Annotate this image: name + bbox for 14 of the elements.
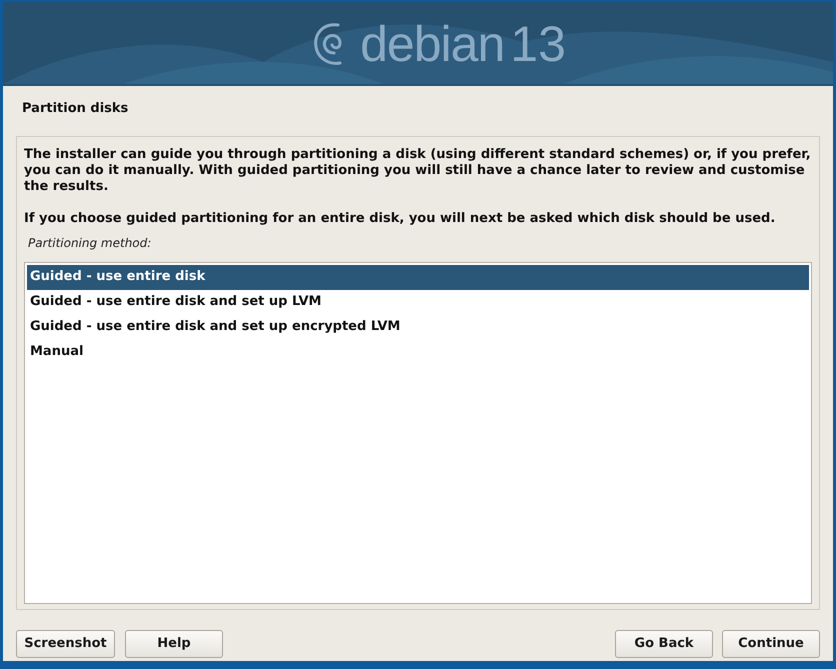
option-row[interactable]: Guided - use entire disk — [27, 264, 809, 290]
dialog-button[interactable]: Screenshot — [16, 630, 115, 658]
list-label: Partitioning method: — [28, 234, 152, 252]
option-row[interactable]: Guided - use entire disk and set up encrypted LVM — [27, 314, 809, 340]
dialog-button[interactable]: Help — [125, 630, 223, 658]
option-row[interactable]: Guided - use entire disk and set up LVM — [27, 290, 809, 314]
instruction-text: If you choose guided partitioning for an entire disk, you will next be asked which disk should be used. — [24, 210, 776, 226]
option-row[interactable]: Manual — [27, 340, 809, 364]
instruction-text: The installer can guide you through partitioning a disk (using different standard schemes) or, if you prefer, you can do it manually. With guided partitioning you will still have a chance later to review and customise the results. — [24, 146, 812, 194]
logo-text: debian — [360, 19, 504, 69]
version-text: 13 — [510, 19, 566, 69]
page-title: Partition disks — [22, 100, 130, 118]
dialog-button[interactable]: Continue — [722, 630, 820, 658]
dialog-button[interactable]: Go Back — [615, 630, 713, 658]
